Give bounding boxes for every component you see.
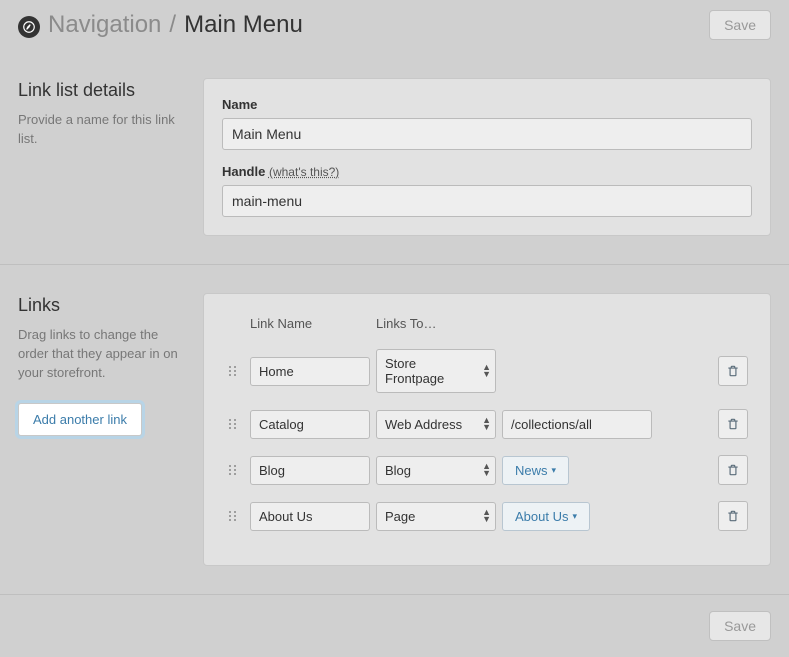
breadcrumb: Navigation / Main Menu bbox=[18, 11, 303, 39]
details-side: Link list details Provide a name for thi… bbox=[18, 78, 183, 236]
details-title: Link list details bbox=[18, 80, 183, 101]
select-arrows-icon: ▲▼ bbox=[482, 364, 491, 378]
drag-handle-icon[interactable] bbox=[222, 465, 242, 475]
links-to-select[interactable]: Store Frontpage bbox=[376, 349, 496, 393]
links-side: Links Drag links to change the order tha… bbox=[18, 293, 183, 566]
save-button-top[interactable]: Save bbox=[709, 10, 771, 40]
chevron-down-icon: ▾ bbox=[572, 511, 577, 522]
details-help: Provide a name for this link list. bbox=[18, 111, 183, 149]
delete-link-button[interactable] bbox=[718, 501, 748, 531]
link-detail-dropdown[interactable]: News ▾ bbox=[502, 456, 569, 485]
links-help: Drag links to change the order that they… bbox=[18, 326, 183, 383]
page-footer: Save bbox=[0, 595, 789, 657]
compass-icon bbox=[18, 16, 40, 38]
link-name-input[interactable] bbox=[250, 410, 370, 439]
link-detail-label: News bbox=[515, 463, 548, 478]
links-to-select[interactable]: Page bbox=[376, 502, 496, 531]
breadcrumb-root[interactable]: Navigation bbox=[48, 11, 161, 39]
handle-label: Handle (what's this?) bbox=[222, 164, 752, 179]
link-name-input[interactable] bbox=[250, 456, 370, 485]
select-arrows-icon: ▲▼ bbox=[482, 417, 491, 431]
breadcrumb-current: Main Menu bbox=[184, 11, 303, 39]
column-link-name: Link Name bbox=[250, 316, 370, 331]
link-row: Web Address▲▼ bbox=[222, 401, 752, 447]
link-name-input[interactable] bbox=[250, 502, 370, 531]
page-header: Navigation / Main Menu Save bbox=[0, 0, 789, 50]
links-title: Links bbox=[18, 295, 183, 316]
select-arrows-icon: ▲▼ bbox=[482, 463, 491, 477]
name-label: Name bbox=[222, 97, 752, 112]
delete-link-button[interactable] bbox=[718, 455, 748, 485]
chevron-down-icon: ▾ bbox=[552, 465, 557, 476]
drag-handle-icon[interactable] bbox=[222, 366, 242, 376]
section-links: Links Drag links to change the order tha… bbox=[0, 265, 789, 595]
link-detail-input[interactable] bbox=[502, 410, 652, 439]
link-detail-dropdown[interactable]: About Us ▾ bbox=[502, 502, 590, 531]
link-row: Blog▲▼ News ▾ bbox=[222, 447, 752, 493]
drag-handle-icon[interactable] bbox=[222, 419, 242, 429]
links-to-select[interactable]: Blog bbox=[376, 456, 496, 485]
handle-helper-link[interactable]: (what's this?) bbox=[269, 165, 339, 179]
trash-icon bbox=[726, 364, 740, 378]
details-panel: Name Handle (what's this?) bbox=[203, 78, 771, 236]
links-to-select[interactable]: Web Address bbox=[376, 410, 496, 439]
drag-handle-icon[interactable] bbox=[222, 511, 242, 521]
select-arrows-icon: ▲▼ bbox=[482, 509, 491, 523]
link-name-input[interactable] bbox=[250, 357, 370, 386]
links-column-headers: Link Name Links To… bbox=[222, 316, 752, 341]
breadcrumb-separator: / bbox=[169, 11, 176, 39]
handle-label-text: Handle bbox=[222, 164, 265, 179]
column-links-to: Links To… bbox=[376, 316, 496, 331]
name-input[interactable] bbox=[222, 118, 752, 150]
trash-icon bbox=[726, 463, 740, 477]
delete-link-button[interactable] bbox=[718, 356, 748, 386]
delete-link-button[interactable] bbox=[718, 409, 748, 439]
link-row: Page▲▼ About Us ▾ bbox=[222, 493, 752, 539]
section-details: Link list details Provide a name for thi… bbox=[0, 50, 789, 265]
trash-icon bbox=[726, 417, 740, 431]
handle-input[interactable] bbox=[222, 185, 752, 217]
link-row: Store Frontpage▲▼ bbox=[222, 341, 752, 401]
save-button-bottom[interactable]: Save bbox=[709, 611, 771, 641]
links-panel: Link Name Links To… Store Frontpage▲▼Web… bbox=[203, 293, 771, 566]
link-rows-container: Store Frontpage▲▼Web Address▲▼Blog▲▼News… bbox=[222, 341, 752, 539]
trash-icon bbox=[726, 509, 740, 523]
link-detail-label: About Us bbox=[515, 509, 568, 524]
add-link-button[interactable]: Add another link bbox=[18, 403, 142, 436]
